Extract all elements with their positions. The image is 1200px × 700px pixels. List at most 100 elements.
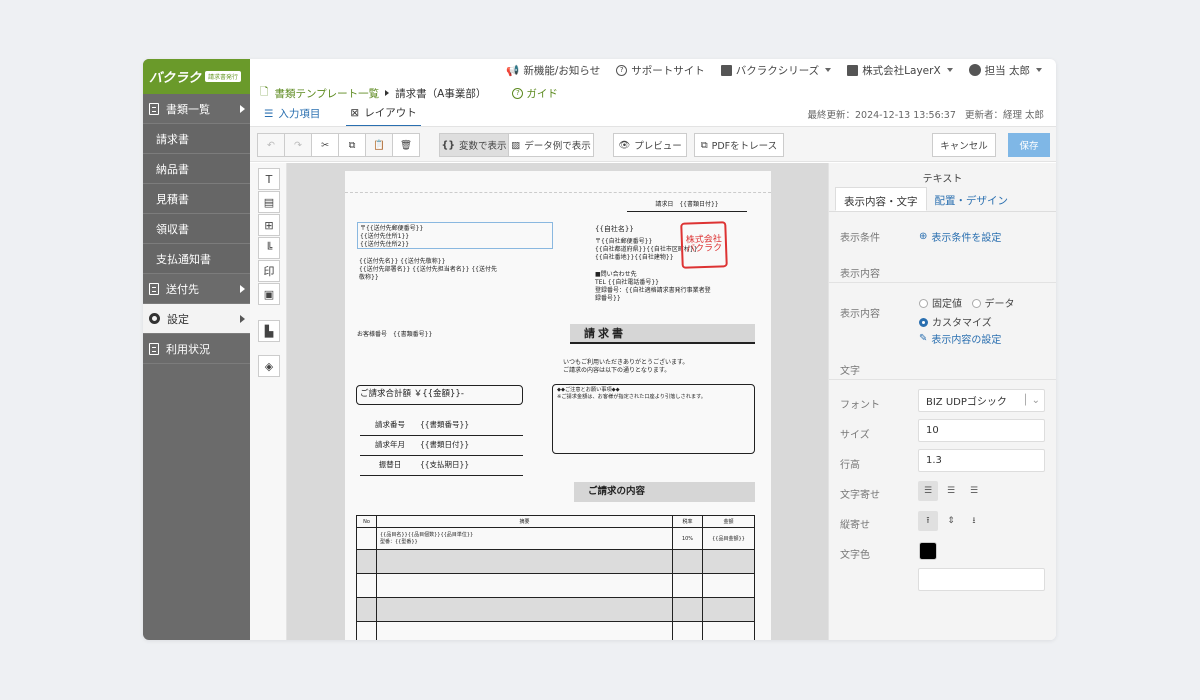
cut-button[interactable]: ✂	[311, 133, 339, 157]
info-row[interactable]: 請求年月 {{書類日付}}	[360, 436, 523, 456]
layers-tool[interactable]: ◈	[258, 355, 280, 377]
table-tool[interactable]: ▤	[258, 191, 280, 213]
add-page-tool[interactable]: ▙	[258, 320, 280, 342]
detail-table[interactable]: No 摘要 税率 金額 {{品目名}}{{品目個数}}{{品目単位}} 型番：{…	[356, 515, 755, 640]
line-height-input[interactable]: 1.3	[918, 449, 1045, 472]
user-menu[interactable]: 担当 太郎	[968, 63, 1042, 78]
greeting-block[interactable]: いつもご利用いただきありがとうございます。 ご請求の内容は以下の通りとなります。	[563, 359, 688, 375]
document-icon	[149, 342, 159, 355]
building-icon	[847, 64, 859, 76]
breadcrumb-parent[interactable]: 書類テンプレート一覧	[274, 86, 379, 101]
contact-line: 録番号}}	[595, 295, 621, 303]
set-condition-link[interactable]: ⊕ 表示条件を設定	[919, 229, 1001, 244]
info-label: 請求番号	[375, 420, 405, 430]
recipient-name-line: {{送付先部署名}} {{送付先担当者名}} {{送付先	[359, 266, 497, 274]
save-button[interactable]: 保存	[1008, 133, 1050, 157]
undo-button[interactable]: ↶	[257, 133, 285, 157]
sidebar-item-delivery[interactable]: 納品書	[143, 154, 250, 184]
sidebar-item-usage[interactable]: 利用状況	[143, 334, 250, 364]
series-menu[interactable]: バクラクシリーズ	[720, 63, 832, 78]
sender-name[interactable]: {{自社名}}	[595, 225, 634, 234]
font-label: フォント	[840, 400, 880, 411]
content-settings-link[interactable]: ✎ 表示内容の設定	[919, 331, 1001, 346]
contact-block[interactable]: ■問い合わせ先 TEL {{自社電話番号}} 登録番号：{{自社適格請求書発行事…	[595, 271, 711, 303]
seal-icon: 印	[263, 265, 275, 278]
company-menu[interactable]: 株式会社LayerX	[847, 63, 953, 78]
text-tool[interactable]: T	[258, 168, 280, 190]
eye-icon: 👁	[618, 139, 631, 151]
logo-badge: 請求書発行	[205, 71, 242, 82]
table-cell: 10%	[673, 528, 703, 549]
text-color-swatch[interactable]	[919, 542, 937, 560]
preview-button[interactable]: 👁 プレビュー	[613, 133, 687, 157]
customer-number[interactable]: お客様番号 {{書類番号}}	[357, 331, 432, 339]
align-center-button[interactable]: ☰	[941, 481, 961, 501]
recipient-address-box[interactable]: 〒{{送付先郵便番号}} {{送付先住所1}} {{送付先住所2}}	[357, 222, 553, 249]
tab-content-text[interactable]: 表示内容・文字	[835, 187, 927, 211]
total-amount-box[interactable]: ご請求合計額 ￥{{金額}}-	[356, 385, 523, 405]
recipient-name-line: {{送付先名}} {{送付先敬称}}	[359, 258, 446, 265]
notice-box[interactable]: ◆◆ご注意とお願い事項◆◆ ※ご請求金額は、お客様が指定された口座より引落しされ…	[552, 384, 755, 454]
tab-layout[interactable]: ⊠ レイアウト	[346, 103, 421, 127]
recipient-name-block[interactable]: {{送付先名}} {{送付先敬称}} {{送付先部署名}} {{送付先担当者名}…	[359, 258, 497, 282]
align-right-button[interactable]: ☰	[964, 481, 984, 501]
sample-data-icon: ▨	[511, 139, 521, 151]
notice-line: ◆◆ご注意とお願い事項◆◆	[557, 387, 620, 393]
valign-bottom-button[interactable]: ⭳	[964, 511, 984, 531]
sidebar-item-payment-notice[interactable]: 支払通知書	[143, 244, 250, 274]
info-row[interactable]: 請求番号 {{書類番号}}	[360, 416, 523, 436]
info-row[interactable]: 振替日 {{支払期日}}	[360, 456, 523, 476]
valign-top-button[interactable]: ⭱	[918, 511, 938, 531]
image-tool[interactable]: ▣	[258, 283, 280, 305]
company-seal[interactable]: 株式会社バクラク	[680, 221, 728, 269]
detail-title[interactable]: ご請求の内容	[574, 482, 755, 502]
cancel-button[interactable]: キャンセル	[932, 133, 996, 157]
trace-pdf-button[interactable]: ⧉ PDFをトレース	[694, 133, 784, 157]
text-color-input[interactable]	[918, 568, 1045, 591]
grid-tool[interactable]: ⊞	[258, 214, 280, 236]
radio-label: カスタマイズ	[932, 318, 992, 329]
support-link[interactable]: ? サポートサイト	[616, 63, 705, 78]
canvas[interactable]: 請求日 {{書類日付}} 〒{{送付先郵便番号}} {{送付先住所1}} {{送…	[287, 163, 828, 640]
paste-button[interactable]: 📋	[365, 133, 393, 157]
issue-date[interactable]: 請求日 {{書類日付}}	[627, 201, 747, 213]
news-link[interactable]: 📢 新機能/お知らせ	[506, 63, 600, 78]
sidebar-item-settings[interactable]: 設定	[143, 304, 250, 334]
font-select[interactable]: BIZ UDPゴシック │ ⌄	[918, 389, 1045, 412]
view-sample-data-button[interactable]: ▨ データ例で表示	[508, 133, 594, 157]
sidebar-item-recipients[interactable]: 送付先	[143, 274, 250, 304]
table-row	[357, 622, 754, 640]
guide-label: ガイド	[526, 87, 558, 100]
layout-icon: ⊠	[350, 106, 360, 119]
redo-button[interactable]: ↷	[284, 133, 312, 157]
trace-icon: ⧉	[700, 139, 708, 151]
copy-button[interactable]: ⧉	[338, 133, 366, 157]
guide-link[interactable]: ? ガイド	[512, 86, 558, 101]
radio-customize[interactable]: カスタマイズ	[919, 314, 1015, 329]
delete-button[interactable]: 🗑	[392, 133, 420, 157]
redo-icon: ↷	[294, 139, 302, 151]
sidebar-item-documents[interactable]: 書類一覧	[143, 94, 250, 124]
table-row	[357, 550, 754, 574]
view-variables-button[interactable]: {} 変数で表示	[439, 133, 509, 157]
table-header-row: No 摘要 税率 金額	[357, 516, 754, 528]
table-cell: {{品目名}}{{品目個数}}{{品目単位}} 型番：{{型番}}	[377, 528, 673, 549]
radio-fixed[interactable]: 固定値	[919, 299, 962, 310]
tab-input-items[interactable]: ☰ 入力項目	[260, 103, 324, 127]
sidebar-item-receipt[interactable]: 領収書	[143, 214, 250, 244]
sidebar-item-label: 請求書	[156, 132, 189, 146]
logo[interactable]: バクラク 請求書発行	[143, 59, 250, 94]
tab-layout-design[interactable]: 配置・デザイン	[927, 187, 1017, 211]
set-condition-label: 表示条件を設定	[931, 233, 1002, 244]
align-left-button[interactable]: ☰	[918, 481, 938, 501]
document-title[interactable]: 請求書	[570, 324, 755, 344]
user-avatar-icon	[968, 64, 981, 76]
sidebar-item-invoice[interactable]: 請求書	[143, 124, 250, 154]
line-tool[interactable]: ╚	[258, 237, 280, 259]
valign-middle-button[interactable]: ⇕	[941, 511, 961, 531]
sidebar-item-label: 見積書	[156, 192, 189, 206]
seal-tool[interactable]: 印	[258, 260, 280, 282]
radio-data[interactable]: データ	[971, 299, 1015, 310]
size-input[interactable]: 10	[918, 419, 1045, 442]
sidebar-item-estimate[interactable]: 見積書	[143, 184, 250, 214]
